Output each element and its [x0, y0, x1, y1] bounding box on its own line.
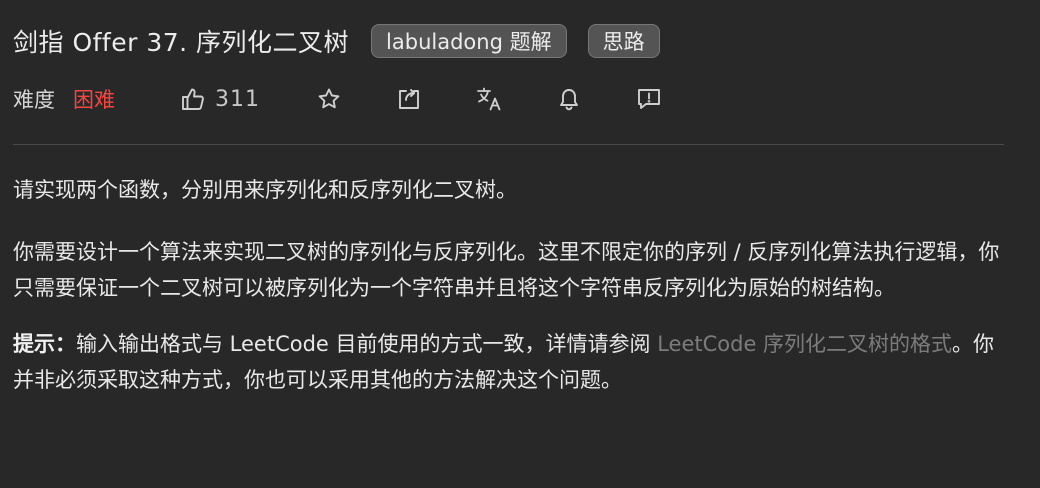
problem-title: 剑指 Offer 37. 序列化二叉树: [13, 28, 350, 57]
like-count: 311: [215, 86, 260, 112]
favorite-button[interactable]: [316, 84, 342, 114]
section-divider: [13, 144, 1004, 145]
description-paragraph-1: 请实现两个函数，分别用来序列化和反序列化二叉树。: [13, 178, 517, 202]
translate-button[interactable]: [476, 84, 504, 114]
description-hint: 提示：输入输出格式与 LeetCode 目前使用的方式一致，详情请参阅 Leet…: [13, 326, 1008, 398]
difficulty-label: 难度: [13, 88, 55, 112]
share-button[interactable]: [396, 84, 422, 114]
notify-button[interactable]: [556, 84, 582, 114]
like-button[interactable]: 311: [180, 84, 260, 114]
share-icon: [399, 89, 419, 109]
feedback-button[interactable]: [636, 84, 662, 114]
feedback-icon: [638, 89, 660, 109]
bell-icon: [560, 89, 578, 111]
problem-description: 请实现两个函数，分别用来序列化和反序列化二叉树。 你需要设计一个算法来实现二叉树…: [13, 172, 1008, 418]
format-link[interactable]: LeetCode 序列化二叉树的格式: [657, 332, 952, 356]
star-icon: [318, 88, 340, 109]
problem-header: 剑指 Offer 37. 序列化二叉树 labuladong 题解 思路: [13, 22, 660, 60]
tag-approach[interactable]: 思路: [587, 24, 660, 58]
tag-labuladong-solution[interactable]: labuladong 题解: [371, 24, 567, 58]
hint-label: 提示：: [13, 332, 76, 356]
thumbs-up-icon: [182, 88, 204, 110]
description-paragraph-2: 你需要设计一个算法来实现二叉树的序列化与反序列化。这里不限定你的序列 / 反序列…: [13, 240, 1000, 300]
problem-meta: 难度 困难: [13, 80, 115, 118]
difficulty-badge: 困难: [73, 88, 115, 112]
hint-text-before: 输入输出格式与 LeetCode 目前使用的方式一致，详情请参阅: [76, 332, 658, 356]
translate-icon: [477, 87, 501, 111]
